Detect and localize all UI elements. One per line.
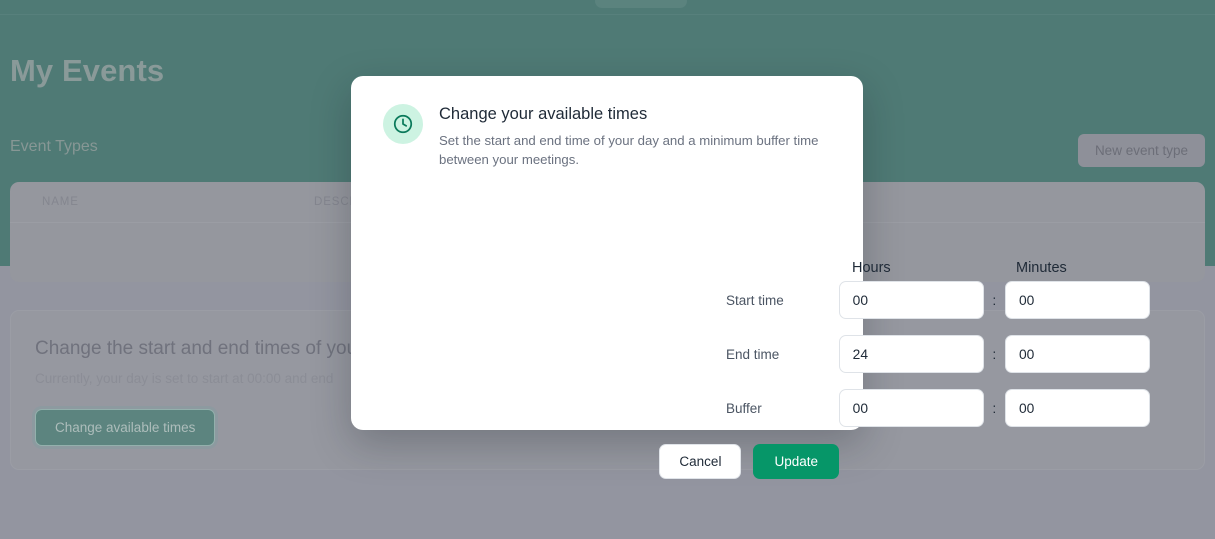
top-nav-pill[interactable] bbox=[595, 0, 687, 8]
buffer-label: Buffer bbox=[726, 400, 762, 416]
availability-subtitle: Currently, your day is set to start at 0… bbox=[35, 371, 334, 386]
end-time-label: End time bbox=[726, 346, 780, 362]
end-time-row: End time : bbox=[726, 335, 1150, 373]
update-button[interactable]: Update bbox=[753, 444, 839, 479]
buffer-hours-input[interactable] bbox=[838, 389, 984, 427]
end-time-hours-input[interactable] bbox=[838, 335, 984, 373]
buffer-minutes-input[interactable] bbox=[1005, 389, 1150, 427]
clock-icon bbox=[383, 104, 423, 144]
start-time-minutes-input[interactable] bbox=[1005, 281, 1150, 319]
column-header-minutes: Minutes bbox=[1016, 260, 1067, 276]
dialog-actions: Cancel Update bbox=[659, 444, 839, 479]
time-separator: : bbox=[992, 400, 997, 416]
time-separator: : bbox=[992, 292, 997, 308]
app-root: My Events Event Types New event type NAM… bbox=[0, 0, 1215, 539]
availability-title: Change the start and end times of your bbox=[35, 338, 364, 359]
time-separator: : bbox=[992, 346, 997, 362]
change-available-times-dialog: Change your available times Set the star… bbox=[351, 76, 1150, 479]
dialog-description: Set the start and end time of your day a… bbox=[439, 132, 819, 167]
cancel-button[interactable]: Cancel bbox=[659, 444, 742, 479]
page-bottom-strip bbox=[0, 489, 1215, 539]
dialog-title: Change your available times bbox=[439, 105, 648, 123]
start-time-label: Start time bbox=[726, 292, 784, 308]
dialog-header: Change your available times Set the star… bbox=[383, 104, 819, 169]
page-title: My Events bbox=[10, 53, 165, 88]
top-nav-divider bbox=[0, 14, 1215, 15]
change-available-times-button[interactable]: Change available times bbox=[35, 409, 216, 446]
start-time-hours-input[interactable] bbox=[838, 281, 984, 319]
new-event-type-button[interactable]: New event type bbox=[1077, 134, 1205, 167]
end-time-minutes-input[interactable] bbox=[1005, 335, 1150, 373]
start-time-row: Start time : bbox=[726, 281, 1150, 319]
column-header-name: NAME bbox=[42, 196, 79, 208]
section-label-event-types: Event Types bbox=[10, 138, 98, 155]
buffer-row: Buffer : bbox=[726, 389, 1150, 427]
column-header-hours: Hours bbox=[852, 260, 891, 276]
